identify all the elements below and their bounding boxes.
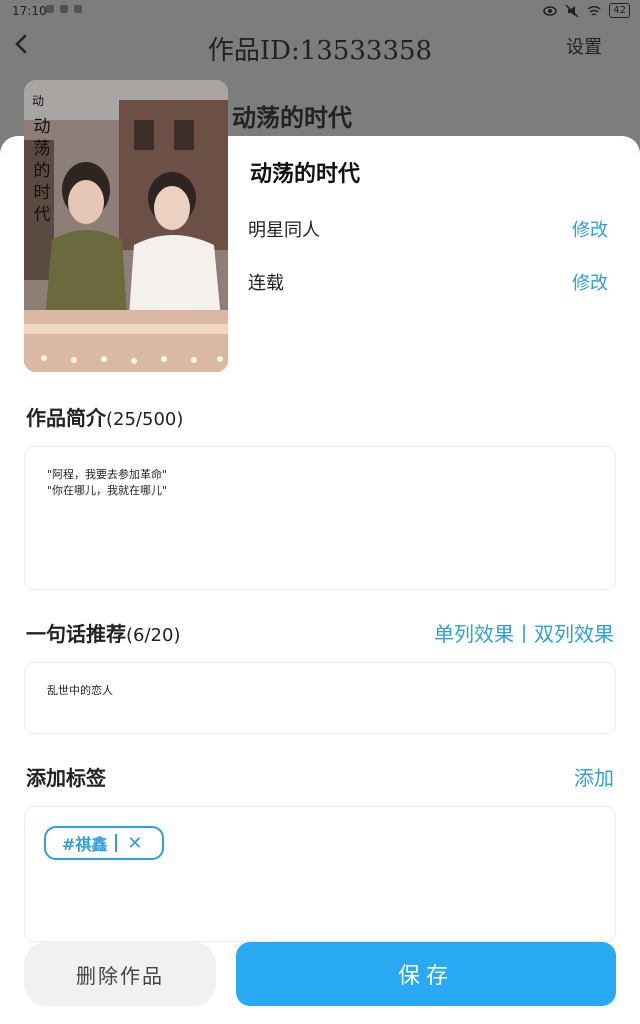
serial-status-label: 连载: [248, 273, 284, 294]
intro-line-2: "你在哪儿，我就在哪儿": [47, 484, 168, 497]
recommend-title: 一句话推荐: [26, 622, 126, 646]
wifi-icon: [587, 5, 601, 16]
cover-top-char: 动: [32, 94, 45, 108]
close-icon[interactable]: ✕: [127, 833, 142, 854]
status-edit-link[interactable]: 修改: [572, 269, 608, 295]
page-title: 作品ID:13533358: [207, 36, 433, 66]
notification-icons: [46, 5, 82, 13]
intro-count: (25/500): [106, 409, 184, 430]
tag-chip[interactable]: #祺鑫 ✕: [44, 826, 164, 860]
recommend-text: 乱世中的恋人: [47, 684, 113, 697]
tags-section-title: 添加标签: [26, 766, 106, 790]
recommend-count: (6/20): [126, 625, 181, 646]
cover-vertical-title: 动荡的时代: [33, 117, 51, 225]
battery-indicator: 42: [609, 3, 630, 18]
status-row: 连载 修改: [248, 269, 612, 297]
recommend-input[interactable]: 乱世中的恋人: [24, 662, 616, 734]
recommend-section-title: 一句话推荐(6/20): [26, 618, 180, 647]
notification-icon: [60, 5, 68, 13]
status-right: 42: [543, 3, 630, 18]
top-bar: 作品ID:13533358 设置: [0, 24, 640, 68]
status-bar: 17:10 42: [0, 0, 640, 24]
layout-effect-toggle[interactable]: 单列效果丨双列效果: [434, 618, 614, 647]
settings-button[interactable]: 设置: [566, 33, 602, 59]
tag-label: #祺鑫: [62, 835, 108, 854]
intro-title: 作品简介: [26, 406, 106, 430]
background-work-title: 动荡的时代: [232, 103, 352, 132]
category-row: 明星同人 修改: [248, 216, 612, 244]
intro-section-title: 作品简介(25/500): [26, 402, 183, 431]
notification-icon: [74, 5, 82, 13]
cover-photo: [24, 80, 228, 372]
mute-icon: [565, 3, 579, 18]
save-button[interactable]: 保存: [236, 942, 616, 1006]
category-edit-link[interactable]: 修改: [572, 216, 608, 242]
work-name: 动荡的时代: [250, 161, 361, 187]
intro-line-1: "阿程，我要去参加革命": [47, 468, 168, 481]
delete-work-button[interactable]: 删除作品: [24, 942, 216, 1006]
intro-textarea[interactable]: "阿程，我要去参加革命" "你在哪儿，我就在哪儿": [24, 446, 616, 590]
status-time: 17:10: [12, 4, 47, 18]
notification-icon: [46, 5, 54, 13]
eye-icon: [543, 5, 558, 16]
category-label: 明星同人: [248, 220, 320, 241]
add-tag-button[interactable]: 添加: [574, 762, 614, 791]
cover-image[interactable]: 动 动荡的时代: [24, 80, 228, 372]
tag-divider: [115, 834, 118, 852]
